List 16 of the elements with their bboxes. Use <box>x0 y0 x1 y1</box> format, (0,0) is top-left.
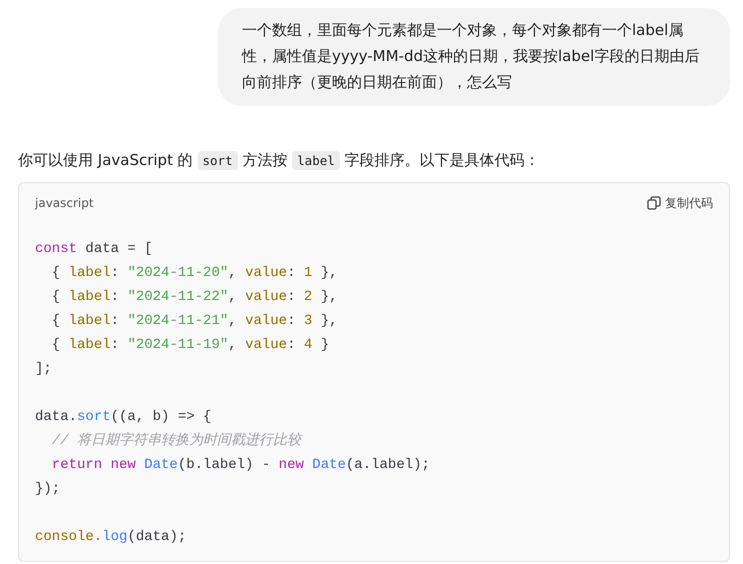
code-line: { label: "2024-11-20", value: 1 }, <box>50 264 339 283</box>
user-message: 一个数组，里面每个元素都是一个对象，每个对象都有一个label属性，属性值是yyyy-MM-dd这种的日期，我要按label字段的日期由后向前排序（更晚的日期在前面），怎么写 <box>218 8 730 106</box>
code-line: console.log(data); <box>35 528 188 547</box>
code-line: { label: "2024-11-19", value: 4 } <box>50 336 330 355</box>
code-line: { label: "2024-11-22", value: 2 }, <box>50 288 339 307</box>
code-line: ]; <box>35 360 53 379</box>
code-line: return new Date(b.label) - new Date(a.label); <box>50 456 431 475</box>
answer-text: 你可以使用 JavaScript 的 sort 方法按 label 字段排序。以下是具体代码： <box>18 150 541 172</box>
copy-icon <box>647 196 661 210</box>
code-line: { label: "2024-11-21", value: 3 }, <box>50 312 339 331</box>
code-line: // 将日期字符串转换为时间戳进行比较 <box>50 431 304 451</box>
code-line: }); <box>35 480 62 499</box>
language-label: javascript <box>35 196 94 210</box>
code-line: data.sort((a, b) => { <box>35 408 212 427</box>
code-line: const data = [ <box>35 240 154 259</box>
copy-code-button[interactable]: 复制代码 <box>647 194 713 212</box>
